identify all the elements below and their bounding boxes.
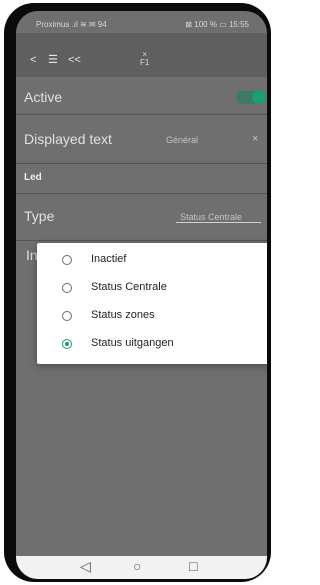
- partial-row-label: In: [26, 247, 38, 263]
- type-underline: [176, 222, 261, 223]
- option-label: Status uitgangen: [91, 337, 174, 349]
- clear-icon[interactable]: ×: [252, 133, 258, 145]
- phone-frame: Proximus .ıl ≋ ✉ 94 ⊠ 100 % ▭ 15:55 < ☰ …: [4, 3, 271, 582]
- option-label: Status Centrale: [91, 281, 167, 293]
- option-label: Status zones: [91, 309, 155, 321]
- option-inactief[interactable]: Inactief: [37, 246, 267, 274]
- active-toggle-knob[interactable]: [252, 90, 266, 104]
- type-selection-dialog: Inactief Status Centrale Status zones St…: [37, 243, 267, 364]
- view-indicator: × F1: [140, 51, 149, 67]
- home-nav-icon[interactable]: ○: [133, 558, 141, 574]
- status-left: Proximus .ıl ≋ ✉ 94: [36, 20, 107, 29]
- radio-inactief[interactable]: [62, 255, 72, 265]
- screen: Proximus .ıl ≋ ✉ 94 ⊠ 100 % ▭ 15:55 < ☰ …: [16, 11, 267, 579]
- app-bar: < ☰ << × F1: [16, 33, 267, 77]
- status-right: ⊠ 100 % ▭ 15:55: [185, 20, 249, 29]
- signal-icons: .ıl ≋ ✉ 94: [71, 20, 107, 29]
- radio-status-centrale[interactable]: [62, 283, 72, 293]
- option-status-uitgangen[interactable]: Status uitgangen: [37, 330, 267, 358]
- chevron-left-icon[interactable]: <: [30, 55, 36, 66]
- row-displayed-text[interactable]: Displayed text Général ×: [16, 115, 267, 164]
- back-nav-icon[interactable]: ◁: [80, 558, 91, 575]
- type-label: Type: [24, 208, 55, 224]
- double-chevron-left-icon[interactable]: <<: [68, 55, 81, 66]
- option-label: Inactief: [91, 253, 127, 265]
- option-status-centrale[interactable]: Status Centrale: [37, 274, 267, 302]
- type-value[interactable]: Status Centrale: [180, 212, 242, 222]
- displayed-text-value[interactable]: Général: [166, 135, 198, 145]
- radio-status-zones[interactable]: [62, 311, 72, 321]
- displayed-text-label: Displayed text: [24, 131, 112, 147]
- recents-nav-icon[interactable]: □: [189, 558, 197, 574]
- radio-status-uitgangen[interactable]: [62, 339, 72, 349]
- menu-icon[interactable]: ☰: [48, 55, 58, 66]
- system-nav-bar: ◁ ○ □: [16, 556, 267, 579]
- row-type[interactable]: Type Status Centrale: [16, 194, 267, 241]
- section-divider: [16, 164, 267, 194]
- carrier-name: Proximus: [36, 20, 70, 29]
- status-bar: Proximus .ıl ≋ ✉ 94 ⊠ 100 % ▭ 15:55: [16, 11, 267, 33]
- option-status-zones[interactable]: Status zones: [37, 302, 267, 330]
- indicator-label: F1: [140, 58, 150, 67]
- row-active[interactable]: Active: [16, 77, 267, 115]
- active-label: Active: [24, 89, 63, 105]
